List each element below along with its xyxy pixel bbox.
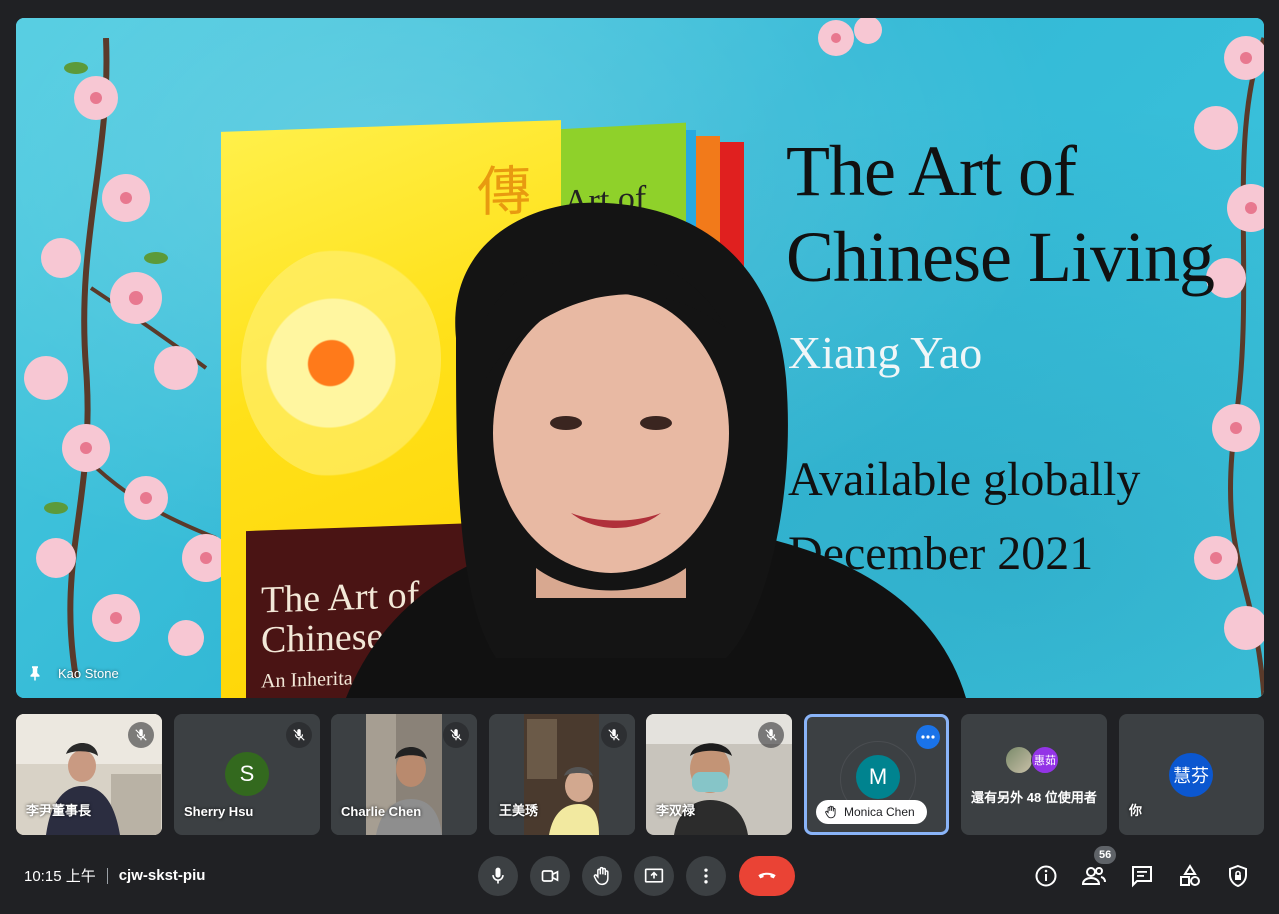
participant-name: 王美琇: [499, 803, 539, 818]
participant-name: 李双禄: [656, 803, 696, 818]
info-icon: [1035, 865, 1057, 887]
participant-tile-active[interactable]: M Monica Chen: [804, 714, 949, 835]
mini-avatar-photo: [1005, 746, 1033, 774]
chat-icon: [1132, 866, 1152, 888]
participant-name: 你: [1129, 803, 1143, 818]
more-options-button[interactable]: [686, 856, 726, 896]
mini-avatars: 惠茹: [1005, 746, 1059, 774]
hang-up-icon: [758, 872, 776, 879]
more-options-icon: [704, 868, 708, 884]
muted-icon: [286, 722, 312, 748]
meeting-info: 10:15 上午 cjw-skst-piu: [24, 865, 205, 886]
others-tile[interactable]: 惠茹 還有另外 48 位使用者: [961, 714, 1107, 835]
participant-tile[interactable]: 李双禄: [646, 714, 792, 835]
participant-name: Sherry Hsu: [184, 804, 254, 819]
clock: 10:15 上午: [24, 868, 96, 885]
raise-hand-icon: [593, 866, 609, 886]
avatar: M: [856, 755, 900, 799]
pin-icon[interactable]: [26, 664, 44, 682]
host-controls-button[interactable]: [1222, 860, 1254, 892]
meeting-code: cjw-skst-piu: [118, 867, 206, 884]
muted-icon: [758, 722, 784, 748]
more-options-button[interactable]: [916, 725, 940, 749]
camera-button[interactable]: [530, 856, 570, 896]
blossom-branch-left: [24, 38, 230, 678]
participant-strip: 李尹董事長 S Sherry Hsu Charlie Chen 王美琇 李双禄 …: [16, 714, 1264, 836]
participant-tile[interactable]: 王美琇: [489, 714, 635, 835]
people-icon: [1081, 867, 1106, 885]
leave-call-button[interactable]: [739, 856, 795, 896]
avatar: S: [225, 752, 269, 796]
speaker-label: Kao Stone: [26, 664, 119, 682]
avatar: 慧芬: [1169, 753, 1213, 797]
cover-subtitle: An Inherita: [261, 667, 353, 693]
raised-hand-chip: Monica Chen: [816, 800, 927, 824]
muted-icon: [128, 722, 154, 748]
bottom-toolbar: 10:15 上午 cjw-skst-piu 56: [0, 846, 1279, 906]
host-controls-icon: [1229, 864, 1247, 888]
self-tile[interactable]: 慧芬 你: [1119, 714, 1264, 835]
camera-icon: [541, 870, 559, 882]
participant-name: Charlie Chen: [341, 804, 422, 819]
participant-tile[interactable]: 李尹董事長: [16, 714, 162, 835]
meeting-details-button[interactable]: [1030, 860, 1062, 892]
participant-tile[interactable]: Charlie Chen: [331, 714, 477, 835]
raised-hand-icon: [825, 805, 836, 819]
chat-button[interactable]: [1126, 860, 1158, 892]
presenter-figure: [346, 202, 966, 698]
mini-avatar: 惠茹: [1031, 746, 1059, 774]
blossom-top: [818, 18, 882, 56]
activities-icon: [1180, 864, 1200, 886]
others-count-label: 還有另外 48 位使用者: [971, 790, 1097, 805]
muted-icon: [443, 722, 469, 748]
present-icon: [644, 868, 664, 883]
speaker-name: Kao Stone: [58, 665, 119, 681]
activities-button[interactable]: [1174, 860, 1206, 892]
mic-button[interactable]: [478, 856, 518, 896]
participant-tile[interactable]: S Sherry Hsu: [174, 714, 320, 835]
people-button[interactable]: [1078, 860, 1110, 892]
divider: [106, 867, 108, 884]
participant-name: Monica Chen: [844, 805, 915, 819]
mic-icon: [492, 867, 504, 884]
main-stage-video[interactable]: Art of 傳 The Art of Chinese Li An Inheri…: [16, 18, 1264, 698]
present-button[interactable]: [634, 856, 674, 896]
raise-hand-button[interactable]: [582, 856, 622, 896]
participant-name: 李尹董事長: [26, 803, 92, 818]
muted-icon: [601, 722, 627, 748]
blossom-branch-right: [1194, 36, 1264, 698]
